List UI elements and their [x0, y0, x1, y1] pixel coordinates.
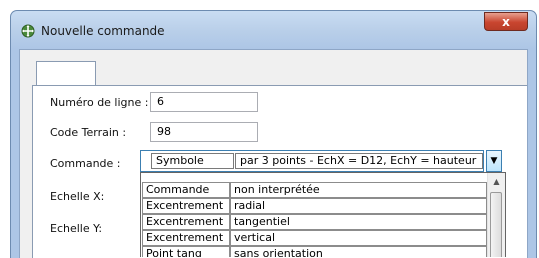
- commande-label: Commande :: [50, 157, 121, 170]
- chevron-down-icon: ▼: [490, 156, 498, 166]
- scrollbar-thumb[interactable]: [490, 192, 502, 257]
- list-item-type: Point tang: [142, 246, 230, 257]
- numero-ligne-field[interactable]: 6: [150, 92, 258, 112]
- code-terrain-label: Code Terrain :: [50, 126, 127, 139]
- list-item-description: radial: [230, 198, 487, 214]
- combo-selected-type: Symbole: [151, 153, 234, 169]
- list-item-type: Excentrement: [142, 214, 230, 230]
- close-icon: x: [502, 14, 510, 29]
- dropdown-scrollbar[interactable]: ▲: [487, 173, 505, 257]
- list-item-type: Commande: [142, 182, 230, 198]
- commande-combobox-field[interactable]: Symbole par 3 points - EchX = D12, EchY …: [140, 150, 484, 172]
- chevron-up-icon: ▲: [493, 177, 500, 186]
- list-item-type: Excentrement: [142, 198, 230, 214]
- commande-dropdown-list: Commande non interprétée Excentrement ra…: [140, 172, 506, 257]
- scroll-up-button[interactable]: ▲: [488, 173, 505, 190]
- move-cross-icon: [21, 24, 35, 38]
- list-item-type: Excentrement: [142, 230, 230, 246]
- commande-combobox[interactable]: Symbole par 3 points - EchX = D12, EchY …: [140, 150, 502, 172]
- window-title: Nouvelle commande: [41, 24, 165, 38]
- tab-general[interactable]: [36, 61, 96, 86]
- list-item-description: tangentiel: [230, 214, 487, 230]
- list-item-description: vertical: [230, 230, 487, 246]
- close-button[interactable]: x: [484, 12, 528, 31]
- title-bar[interactable]: Nouvelle commande x: [11, 11, 536, 49]
- echelle-x-label: Echelle X:: [50, 190, 105, 203]
- list-item-description: sans orientation: [230, 246, 487, 257]
- list-item-description: non interprétée: [230, 182, 487, 198]
- echelle-y-label: Echelle Y:: [50, 222, 103, 235]
- code-terrain-field[interactable]: 98: [150, 122, 258, 142]
- numero-ligne-label: Numéro de ligne :: [50, 96, 149, 109]
- combo-selected-description: par 3 points - EchX = D12, EchY = hauteu…: [235, 153, 483, 169]
- combo-dropdown-button[interactable]: ▼: [486, 150, 502, 172]
